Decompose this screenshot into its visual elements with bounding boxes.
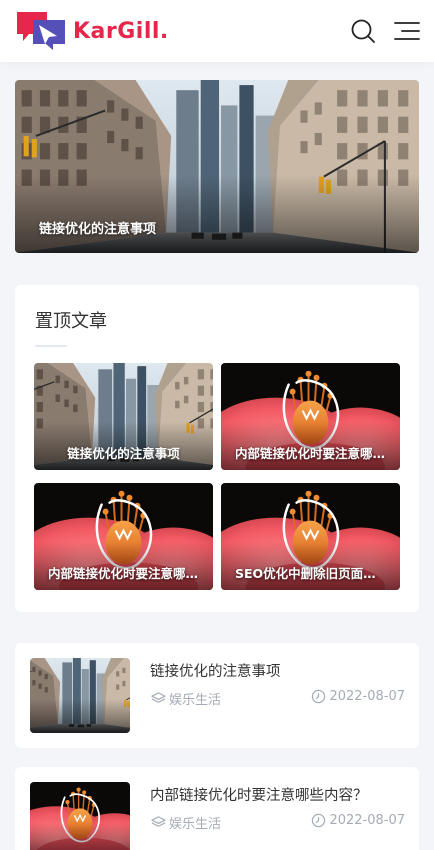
brand-name: KarGill. <box>73 18 169 44</box>
clock-icon <box>312 689 326 704</box>
brand-logo[interactable]: KarGill. <box>15 10 169 52</box>
card-title[interactable]: 内部链接优化时要注意哪些内容？ <box>221 443 400 462</box>
search-icon <box>351 19 375 43</box>
date-label: 2022-08-07 <box>329 813 405 828</box>
pinned-articles-section: 置顶文章 链接优化的注意事项 内部链接优化时要注意哪些内容？ 内部链接优化时要注… <box>15 285 419 612</box>
thumbnail-image <box>30 782 130 850</box>
article-list-item[interactable]: 内部链接优化时要注意哪些内容？ 娱乐生活 2022-08-07 <box>15 767 419 850</box>
article-date: 2022-08-07 <box>311 813 405 828</box>
article-category[interactable]: 娱乐生活 <box>151 689 221 708</box>
category-label: 娱乐生活 <box>169 693 222 708</box>
pinned-card[interactable]: 内部链接优化时要注意哪些内容？ <box>221 363 400 470</box>
card-title[interactable]: 链接优化的注意事项 <box>34 443 213 462</box>
heading-divider <box>35 345 67 347</box>
hamburger-menu-icon <box>394 22 420 40</box>
article-date: 2022-08-07 <box>311 689 405 704</box>
hero-banner[interactable]: 链接优化的注意事项 <box>15 80 419 253</box>
article-title[interactable]: 链接优化的注意事项 <box>150 660 281 681</box>
article-list-item[interactable]: 链接优化的注意事项 娱乐生活 2022-08-07 <box>15 643 419 748</box>
article-thumbnail[interactable] <box>30 658 130 733</box>
layers-icon <box>151 816 166 827</box>
article-title[interactable]: 内部链接优化时要注意哪些内容？ <box>150 784 368 805</box>
menu-button[interactable] <box>394 18 420 44</box>
article-thumbnail[interactable] <box>30 782 130 850</box>
layers-icon <box>151 692 166 703</box>
hero-title[interactable]: 链接优化的注意事项 <box>39 218 156 237</box>
pinned-card[interactable]: 内部链接优化时要注意哪些内容？ <box>34 483 213 590</box>
app-header: KarGill. <box>0 0 434 62</box>
pinned-card[interactable]: 链接优化的注意事项 <box>34 363 213 470</box>
pinned-card[interactable]: SEO优化中删除旧页面需要注意什么？ <box>221 483 400 590</box>
article-category[interactable]: 娱乐生活 <box>151 813 221 832</box>
date-label: 2022-08-07 <box>329 689 405 704</box>
chat-bubble-arrow-logo-icon <box>17 12 65 50</box>
section-heading: 置顶文章 <box>35 311 107 332</box>
card-title[interactable]: 内部链接优化时要注意哪些内容？ <box>34 563 213 582</box>
clock-icon <box>312 813 326 828</box>
category-label: 娱乐生活 <box>169 817 222 832</box>
search-button[interactable] <box>350 18 376 44</box>
thumbnail-image <box>30 658 130 733</box>
card-title[interactable]: SEO优化中删除旧页面需要注意什么？ <box>221 563 400 582</box>
